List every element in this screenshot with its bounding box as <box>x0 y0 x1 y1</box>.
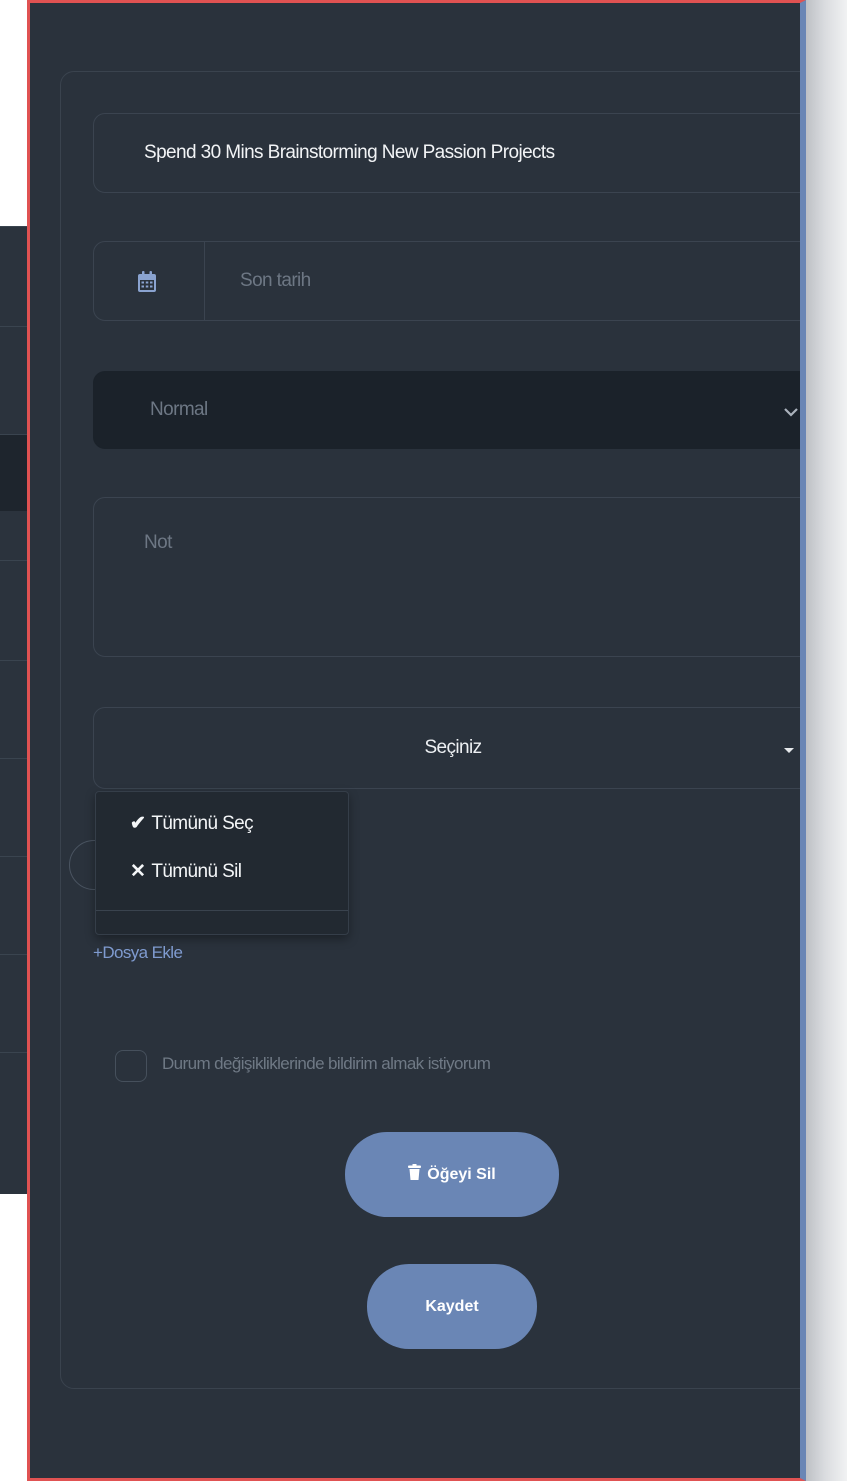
due-date-placeholder: Son tarih <box>240 270 311 291</box>
clear-all-label: Tümünü Sil <box>151 861 242 882</box>
panel-shadow <box>803 0 847 1481</box>
notify-checkbox[interactable] <box>115 1050 147 1082</box>
cross-icon: ✕ <box>130 861 146 882</box>
delete-item-button[interactable]: Öğeyi Sil <box>345 1132 559 1217</box>
note-textarea[interactable]: Not <box>93 497 800 657</box>
task-edit-panel: Spend 30 Mins Brainstorming New Passion … <box>27 0 806 1481</box>
dropdown-divider <box>96 910 348 911</box>
checkmark-icon: ✔ <box>130 813 146 834</box>
select-all-label: Tümünü Seç <box>151 813 254 834</box>
select-all-option[interactable]: ✔ Tümünü Seç <box>130 812 254 835</box>
save-button-label: Kaydet <box>425 1297 479 1315</box>
add-file-link[interactable]: +Dosya Ekle <box>93 943 183 963</box>
delete-button-label: Öğeyi Sil <box>427 1165 496 1183</box>
priority-select[interactable]: Normal <box>93 371 800 449</box>
task-title-value: Spend 30 Mins Brainstorming New Passion … <box>144 142 555 163</box>
assignee-multiselect[interactable]: Seçiniz <box>93 707 800 789</box>
assignee-select-label: Seçiniz <box>424 737 482 758</box>
caret-down-icon <box>784 748 794 753</box>
priority-value: Normal <box>150 399 208 420</box>
notify-checkbox-label: Durum değişikliklerinde bildirim almak i… <box>162 1054 491 1073</box>
note-placeholder: Not <box>144 532 172 553</box>
calendar-icon <box>136 270 158 299</box>
trash-icon <box>408 1164 422 1185</box>
clear-all-option[interactable]: ✕ Tümünü Sil <box>130 860 242 883</box>
due-date-input[interactable]: Son tarih <box>93 241 800 321</box>
task-title-input[interactable]: Spend 30 Mins Brainstorming New Passion … <box>93 113 800 193</box>
save-button[interactable]: Kaydet <box>367 1264 537 1349</box>
multiselect-dropdown-menu: ✔ Tümünü Seç ✕ Tümünü Sil <box>95 791 349 935</box>
date-addon <box>94 242 205 320</box>
chevron-down-icon <box>784 404 798 422</box>
